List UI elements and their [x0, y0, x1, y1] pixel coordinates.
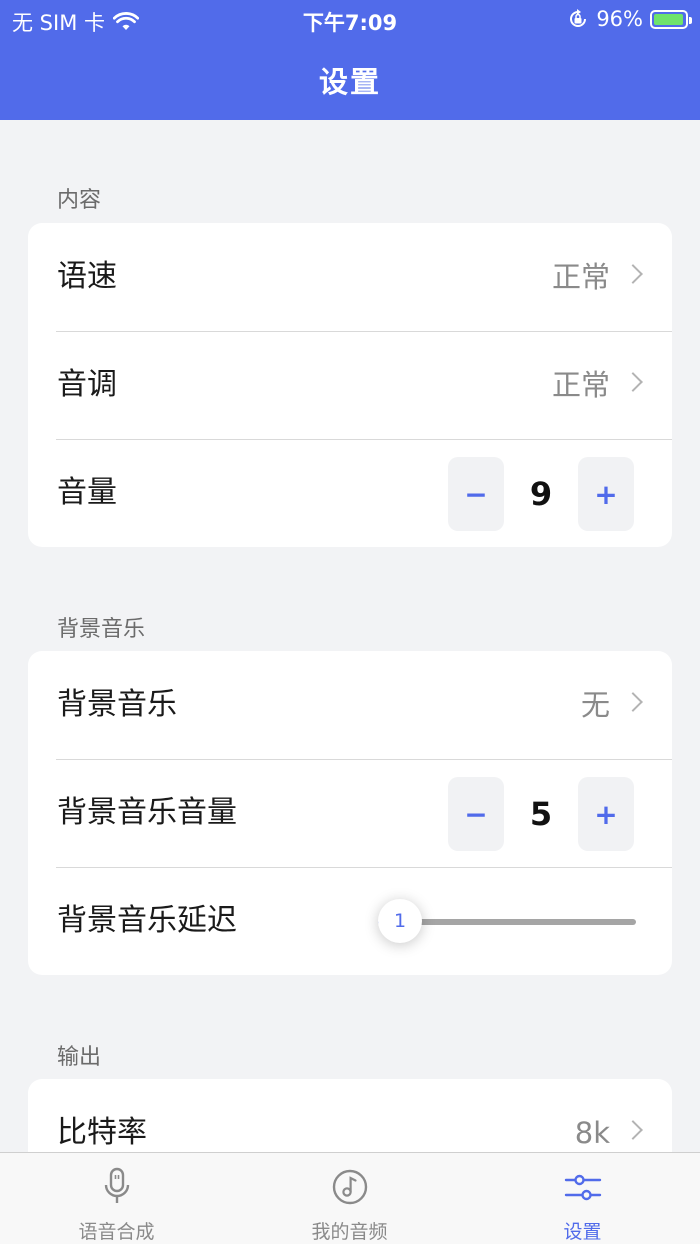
pitch-value: 正常 — [551, 368, 610, 402]
bgm-card: 背景音乐 无 背景音乐音量 − 5 + 背景音乐延迟 1 — [28, 651, 672, 975]
section-label-content: 内容 — [57, 188, 102, 213]
volume-increase-button[interactable]: + — [578, 457, 634, 531]
sliders-icon — [564, 1174, 602, 1201]
section-label-bgm: 背景音乐 — [57, 617, 146, 642]
chevron-right-icon — [623, 1120, 643, 1140]
battery-percent: 96% — [596, 7, 643, 31]
volume-value: 9 — [529, 475, 553, 513]
section-label-output: 输出 — [57, 1045, 102, 1070]
bgm-delay-slider[interactable]: 1 — [378, 895, 636, 947]
battery-level — [654, 13, 683, 25]
orientation-lock-icon — [570, 9, 587, 27]
volume-row: 音量 − 9 + — [28, 439, 672, 547]
bgm-delay-label: 背景音乐延迟 — [57, 903, 237, 938]
speed-label: 语速 — [57, 259, 117, 294]
music-note-icon — [332, 1169, 368, 1205]
volume-decrease-button[interactable]: − — [448, 457, 504, 531]
bgm-delay-row: 背景音乐延迟 1 — [28, 867, 672, 975]
tab-settings[interactable]: 设置 — [466, 1153, 699, 1244]
chevron-right-icon — [623, 372, 643, 392]
bgm-volume-decrease-button[interactable]: − — [448, 777, 504, 851]
bgm-volume-row: 背景音乐音量 − 5 + — [28, 759, 672, 867]
bgm-volume-label: 背景音乐音量 — [57, 795, 237, 830]
speed-value: 正常 — [551, 260, 610, 294]
bgm-music-value: 无 — [580, 688, 610, 722]
volume-label: 音量 — [57, 475, 117, 510]
tab-label: 我的音频 — [311, 1221, 388, 1243]
tab-label: 设置 — [563, 1221, 602, 1243]
slider-thumb[interactable]: 1 — [378, 899, 422, 943]
bgm-music-label: 背景音乐 — [57, 687, 177, 722]
tab-speech-synthesis[interactable]: 语音合成 — [0, 1153, 233, 1244]
chevron-right-icon — [623, 692, 643, 712]
tab-bar: 语音合成 我的音频 设置 — [0, 1152, 700, 1244]
app-header: 无 SIM 卡 下午7:09 96% 设置 — [0, 0, 700, 120]
bgm-volume-value: 5 — [529, 795, 553, 833]
volume-stepper: − 9 + — [448, 457, 634, 531]
microphone-icon — [104, 1167, 130, 1203]
battery-charging-icon — [650, 9, 692, 29]
speed-row[interactable]: 语速 正常 — [28, 223, 672, 331]
pitch-label: 音调 — [57, 367, 117, 402]
tab-label: 语音合成 — [78, 1221, 155, 1243]
bgm-music-row[interactable]: 背景音乐 无 — [28, 651, 672, 759]
tab-my-audio[interactable]: 我的音频 — [233, 1153, 466, 1244]
page-title: 设置 — [318, 65, 381, 99]
content-card: 语速 正常 音调 正常 音量 − 9 + — [28, 223, 672, 547]
pitch-row[interactable]: 音调 正常 — [28, 331, 672, 439]
bgm-volume-stepper: − 5 + — [448, 777, 634, 851]
bgm-volume-increase-button[interactable]: + — [578, 777, 634, 851]
slider-track[interactable] — [398, 919, 636, 925]
status-bar-right: 96% — [567, 7, 692, 31]
chevron-right-icon — [623, 264, 643, 284]
status-bar: 无 SIM 卡 下午7:09 96% — [0, 0, 700, 40]
